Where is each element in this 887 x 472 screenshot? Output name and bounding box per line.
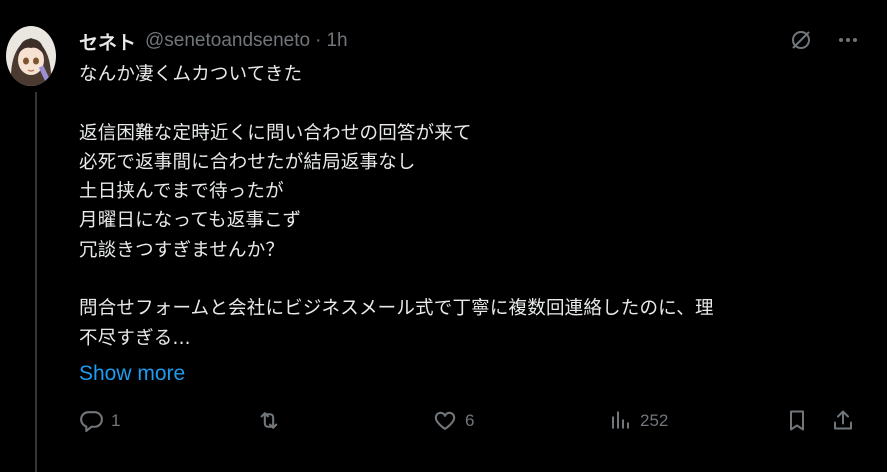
bookmark-icon xyxy=(785,408,809,433)
display-name[interactable]: セネト xyxy=(79,28,136,55)
views-button[interactable]: 252 xyxy=(609,408,668,433)
share-icon xyxy=(831,408,855,433)
repost-button[interactable] xyxy=(256,408,289,433)
reply-icon xyxy=(79,408,104,433)
like-icon xyxy=(432,408,458,433)
views-count: 252 xyxy=(640,410,669,430)
user-handle[interactable]: @senetoandseneto xyxy=(145,30,310,52)
like-count: 6 xyxy=(465,410,475,430)
reply-count: 1 xyxy=(111,410,121,430)
grok-icon[interactable] xyxy=(789,28,813,52)
separator-dot: · xyxy=(315,30,322,51)
post-time[interactable]: 1h xyxy=(326,30,347,52)
post-top-icons xyxy=(789,28,859,52)
more-icon[interactable] xyxy=(837,29,859,51)
bookmark-button[interactable] xyxy=(785,408,809,433)
reply-button[interactable]: 1 xyxy=(79,408,120,433)
show-more-link[interactable]: Show more xyxy=(79,362,185,386)
avatar[interactable] xyxy=(6,26,56,86)
repost-icon xyxy=(256,408,282,433)
action-bar: 1 6 252 xyxy=(0,402,887,442)
post-text: なんか凄くムカついてきた 返信困難な定時近くに問い合わせの回答が来て 必死で返事… xyxy=(79,64,714,349)
share-button[interactable] xyxy=(831,408,855,433)
views-icon xyxy=(609,408,633,433)
post-header: セネト @senetoandseneto · 1h xyxy=(79,28,348,54)
like-button[interactable]: 6 xyxy=(432,408,474,433)
